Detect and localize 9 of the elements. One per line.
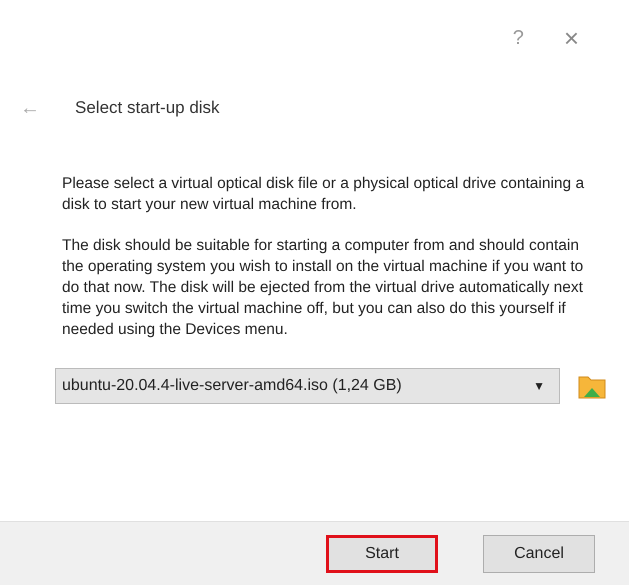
description-text: Please select a virtual optical disk file or a physical optical drive containing a disk to start your new virtual machine from. — [62, 174, 586, 215]
dropdown-arrow-icon: ▼ — [533, 377, 545, 395]
disk-dropdown[interactable]: ubuntu-20.04.4-live-server-amd64.iso (1,24 GB) ▼ — [55, 368, 560, 404]
selected-disk: ubuntu-20.04.4-live-server-amd64.iso (1,24 GB) — [62, 376, 402, 396]
page-title: Select start-up disk — [75, 97, 220, 120]
cancel-button[interactable]: Cancel — [483, 534, 595, 572]
description-text: The disk should be suitable for starting a computer from and should contain the operating system you wish to install on the virtual machine if you want to do that now. The disk will be ejected from the virtual drive automatically next time you switch the virtual machine off, but you can also do this yourself if needed using the Devices menu. — [62, 236, 584, 340]
close-button[interactable]: × — [564, 18, 579, 58]
start-button[interactable]: Start — [326, 534, 438, 572]
